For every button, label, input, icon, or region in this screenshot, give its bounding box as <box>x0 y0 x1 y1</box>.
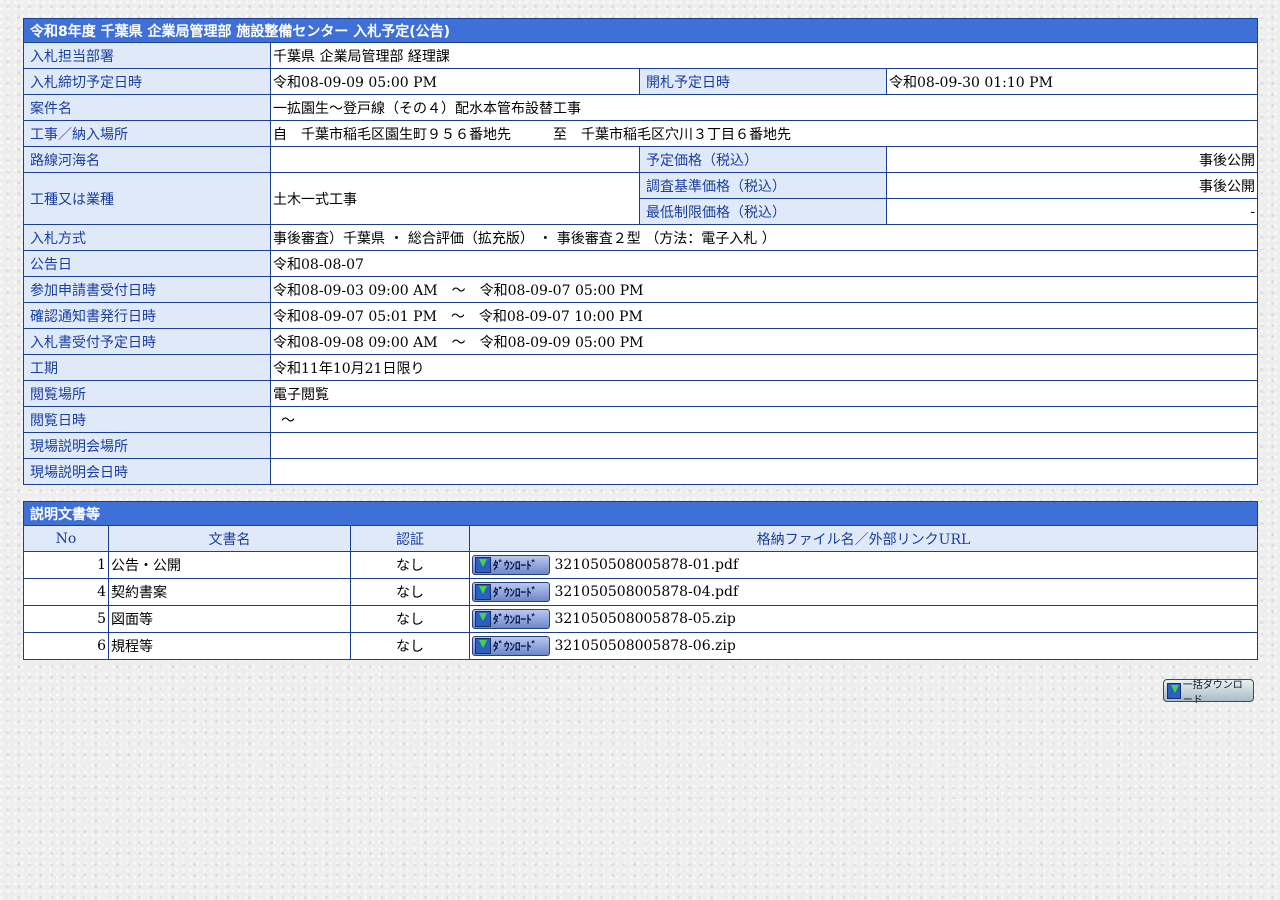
bid-receipt-period-label: 入札書受付予定日時 <box>23 328 271 355</box>
download-button[interactable]: ﾀﾞｳﾝﾛｰﾄﾞ <box>472 609 550 629</box>
download-icon <box>475 557 491 573</box>
col-header-file: 格納ファイル名／外部リンクURL <box>469 525 1258 552</box>
dept-value: 千葉県 企業局管理部 経理課 <box>269 42 1259 69</box>
viewing-place-value: 電子閲覧 <box>269 380 1259 407</box>
doc-no: 5 <box>23 605 109 633</box>
doc-auth: なし <box>350 632 470 660</box>
survey-price-label: 調査基準価格（税込） <box>639 172 887 199</box>
table-row: 4 契約書案 なし ﾀﾞｳﾝﾛｰﾄﾞ 321050508005878-04.pd… <box>23 578 1258 606</box>
viewing-date-label: 閲覧日時 <box>23 406 271 433</box>
notice-date-label: 公告日 <box>23 250 271 277</box>
download-icon <box>475 584 491 600</box>
bid-receipt-period-value: 令和08-09-08 09:00 AM ～ 令和08-09-09 05:00 P… <box>269 328 1259 355</box>
doc-no: 6 <box>23 632 109 660</box>
doc-name: 規程等 <box>108 632 351 660</box>
download-button[interactable]: ﾀﾞｳﾝﾛｰﾄﾞ <box>472 636 550 656</box>
download-icon <box>475 638 491 654</box>
download-icon <box>1167 682 1181 699</box>
doc-auth: なし <box>350 578 470 606</box>
site-briefing-place-value <box>269 432 1259 459</box>
opening-label: 開札予定日時 <box>639 68 887 95</box>
download-button-label: ﾀﾞｳﾝﾛｰﾄﾞ <box>493 640 537 653</box>
doc-file-cell: ﾀﾞｳﾝﾛｰﾄﾞ 321050508005878-06.zip <box>469 632 1258 660</box>
deadline-label: 入札締切予定日時 <box>23 68 271 95</box>
min-price-value: - <box>885 198 1259 225</box>
project-name-value: 一拡園生～登戸線（その４）配水本管布設替工事 <box>269 94 1259 121</box>
bid-info-table: 令和8年度 千葉県 企業局管理部 施設整備センター 入札予定(公告) 入札担当部… <box>22 18 1259 485</box>
doc-auth: なし <box>350 551 470 579</box>
confirmation-period-value: 令和08-09-07 05:01 PM ～ 令和08-09-07 10:00 P… <box>269 302 1259 329</box>
documents-title: 説明文書等 <box>23 501 1258 526</box>
documents-table: 説明文書等 No 文書名 認証 格納ファイル名／外部リンクURL 1 公告・公開… <box>23 501 1258 660</box>
doc-file-name: 321050508005878-05.zip <box>554 611 736 627</box>
download-button[interactable]: ﾀﾞｳﾝﾛｰﾄﾞ <box>472 582 550 602</box>
bid-method-label: 入札方式 <box>23 224 271 251</box>
site-briefing-place-label: 現場説明会場所 <box>23 432 271 459</box>
site-briefing-date-label: 現場説明会日時 <box>23 458 271 485</box>
survey-price-value: 事後公開 <box>885 172 1259 199</box>
project-name-label: 案件名 <box>23 94 271 121</box>
bid-method-value: 事後審査）千葉県 ・ 総合評価（拡充版） ・ 事後審査２型 （方法：電子入札 ） <box>269 224 1259 251</box>
download-icon <box>475 611 491 627</box>
doc-file-cell: ﾀﾞｳﾝﾛｰﾄﾞ 321050508005878-01.pdf <box>469 551 1258 579</box>
download-button-label: ﾀﾞｳﾝﾛｰﾄﾞ <box>493 613 537 626</box>
confirmation-period-label: 確認通知書発行日時 <box>23 302 271 329</box>
doc-name: 契約書案 <box>108 578 351 606</box>
doc-file-cell: ﾀﾞｳﾝﾛｰﾄﾞ 321050508005878-04.pdf <box>469 578 1258 606</box>
min-price-label: 最低制限価格（税込） <box>639 198 887 225</box>
col-header-auth: 認証 <box>350 525 470 552</box>
dept-label: 入札担当部署 <box>23 42 271 69</box>
application-period-value: 令和08-09-03 09:00 AM ～ 令和08-09-07 05:00 P… <box>269 276 1259 303</box>
viewing-place-label: 閲覧場所 <box>23 380 271 407</box>
doc-file-name: 321050508005878-01.pdf <box>554 557 739 573</box>
download-button-label: ﾀﾞｳﾝﾛｰﾄﾞ <box>493 559 537 572</box>
doc-no: 1 <box>23 551 109 579</box>
deadline-value: 令和08-09-09 05:00 PM <box>270 68 640 95</box>
route-value <box>270 146 640 173</box>
doc-file-cell: ﾀﾞｳﾝﾛｰﾄﾞ 321050508005878-05.zip <box>469 605 1258 633</box>
table-row: 1 公告・公開 なし ﾀﾞｳﾝﾛｰﾄﾞ 321050508005878-01.p… <box>23 551 1258 579</box>
table-row: 6 規程等 なし ﾀﾞｳﾝﾛｰﾄﾞ 321050508005878-06.zip <box>23 632 1258 660</box>
table-row: 5 図面等 なし ﾀﾞｳﾝﾛｰﾄﾞ 321050508005878-05.zip <box>23 605 1258 633</box>
page-title: 令和8年度 千葉県 企業局管理部 施設整備センター 入札予定(公告) <box>22 18 1259 43</box>
site-briefing-date-value <box>269 458 1259 485</box>
opening-value: 令和08-09-30 01:10 PM <box>885 68 1259 95</box>
estimated-price-value: 事後公開 <box>885 146 1259 173</box>
bulk-download-button[interactable]: 一括ダウンロード <box>1163 679 1254 706</box>
location-label: 工事／納入場所 <box>23 120 271 147</box>
route-label: 路線河海名 <box>23 146 271 173</box>
col-header-no: No <box>23 525 109 552</box>
doc-no: 4 <box>23 578 109 606</box>
construction-term-value: 令和11年10月21日限り <box>269 354 1259 381</box>
viewing-date-value: ～ <box>269 406 1259 433</box>
doc-name: 公告・公開 <box>108 551 351 579</box>
location-value: 自 千葉市稲毛区園生町９５６番地先 至 千葉市稲毛区穴川３丁目６番地先 <box>269 120 1259 147</box>
application-period-label: 参加申請書受付日時 <box>23 276 271 303</box>
work-type-label: 工種又は業種 <box>23 172 271 225</box>
download-button[interactable]: ﾀﾞｳﾝﾛｰﾄﾞ <box>472 555 550 575</box>
download-button-label: ﾀﾞｳﾝﾛｰﾄﾞ <box>493 586 537 599</box>
doc-auth: なし <box>350 605 470 633</box>
col-header-doc-name: 文書名 <box>108 525 351 552</box>
construction-term-label: 工期 <box>23 354 271 381</box>
doc-file-name: 321050508005878-04.pdf <box>554 584 739 600</box>
notice-date-value: 令和08-08-07 <box>269 250 1259 277</box>
doc-file-name: 321050508005878-06.zip <box>554 638 736 654</box>
estimated-price-label: 予定価格（税込） <box>639 146 887 173</box>
work-type-value: 土木一式工事 <box>270 172 640 225</box>
doc-name: 図面等 <box>108 605 351 633</box>
bulk-download-label: 一括ダウンロード <box>1182 679 1243 706</box>
